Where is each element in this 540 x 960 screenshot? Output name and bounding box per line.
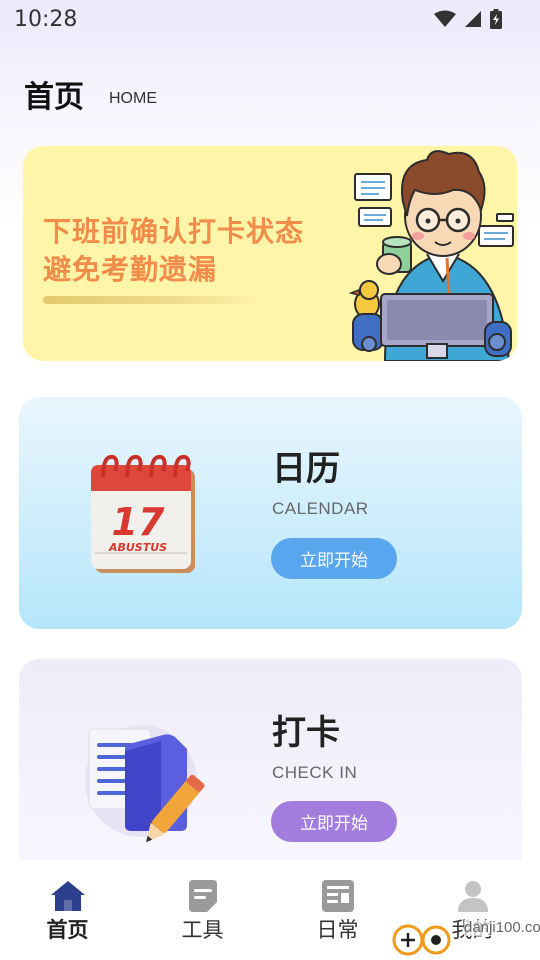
calendar-icon-day: 17	[112, 500, 165, 544]
office-worker-illustration	[348, 150, 514, 361]
nav-item-daily[interactable]: 日常	[270, 860, 405, 960]
signal-icon	[465, 11, 481, 27]
banner-decor-bar	[43, 296, 263, 304]
calendar-subtitle: CALENDAR	[272, 499, 369, 518]
nav-item-home[interactable]: 首页	[0, 860, 135, 960]
watermark-logo-icon	[392, 924, 451, 956]
wifi-icon	[434, 10, 456, 27]
banner-subheadline: 避免考勤遗漏	[43, 253, 218, 286]
promo-banner[interactable]: 下班前确认打卡状态 避免考勤遗漏	[23, 146, 517, 361]
checkin-start-button[interactable]: 立即开始	[271, 801, 397, 842]
calendar-start-button[interactable]: 立即开始	[271, 538, 397, 579]
checkin-title: 打卡	[272, 713, 340, 753]
document-pen-icon	[85, 725, 205, 843]
calendar-icon: 17 ABUSTUS	[91, 454, 195, 573]
status-time: 10:28	[14, 6, 78, 32]
watermark-text: danji100.com	[464, 920, 540, 936]
status-bar: 10:28	[0, 0, 540, 38]
nav-label-tools: 工具	[181, 918, 224, 942]
home-icon	[50, 881, 85, 911]
battery-icon	[490, 9, 502, 29]
daily-icon	[321, 880, 354, 912]
profile-icon	[457, 881, 488, 912]
watermark: danji100.com	[390, 916, 540, 960]
calendar-icon-month: ABUSTUS	[108, 541, 167, 554]
nav-label-daily: 日常	[316, 918, 359, 942]
checkin-card[interactable]: 打卡 CHECK IN 立即开始	[19, 659, 522, 869]
tools-icon	[188, 880, 217, 912]
nav-label-home: 首页	[46, 918, 89, 942]
page-subtitle: HOME	[109, 90, 157, 107]
nav-item-tools[interactable]: 工具	[135, 860, 270, 960]
calendar-card[interactable]: 17 ABUSTUS 日历 CALENDAR 立即开始	[19, 397, 522, 629]
status-icons	[434, 9, 502, 29]
checkin-subtitle: CHECK IN	[272, 763, 358, 782]
banner-headline: 下班前确认打卡状态	[43, 215, 305, 248]
calendar-title: 日历	[272, 449, 340, 489]
page-title: 首页	[24, 80, 84, 115]
